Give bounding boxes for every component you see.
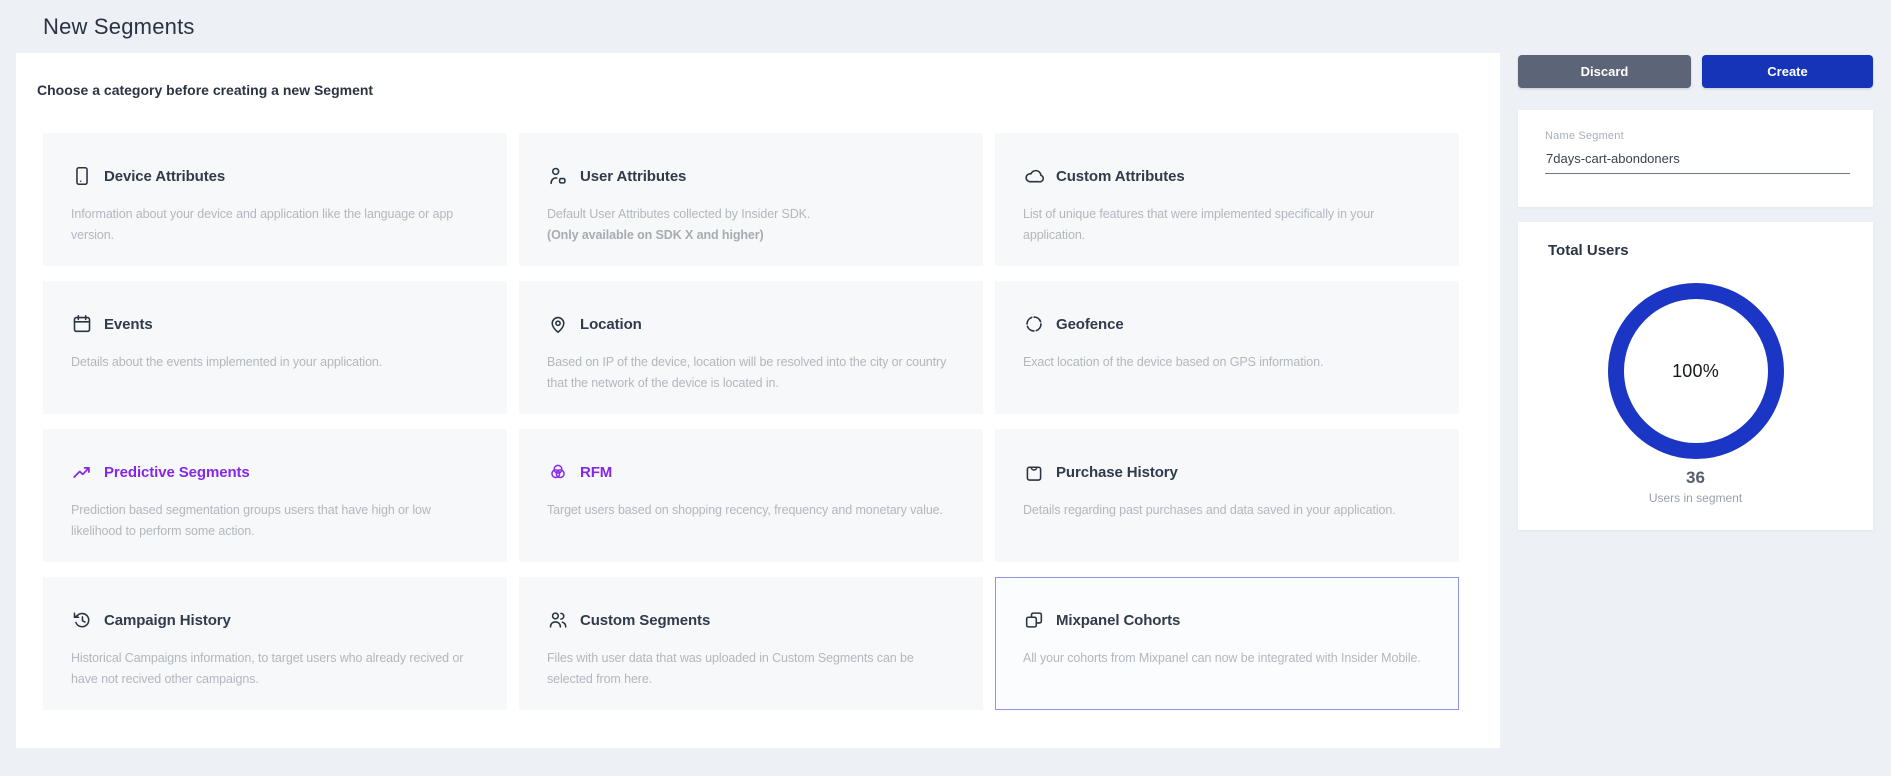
category-card-header: Purchase History bbox=[1023, 461, 1432, 483]
category-title: Events bbox=[104, 316, 153, 333]
name-segment-input[interactable] bbox=[1545, 151, 1850, 174]
category-card-purchase-history[interactable]: Purchase History Details regarding past … bbox=[995, 429, 1459, 562]
category-title: Custom Segments bbox=[580, 612, 710, 629]
category-description-text: Exact location of the device based on GP… bbox=[1023, 355, 1323, 369]
category-title: Predictive Segments bbox=[104, 464, 250, 481]
category-description-text: Historical Campaigns information, to tar… bbox=[71, 651, 463, 686]
category-description: Information about your device and applic… bbox=[71, 204, 480, 246]
shopping-bag-icon bbox=[1023, 461, 1045, 483]
category-card-location[interactable]: Location Based on IP of the device, loca… bbox=[519, 281, 983, 414]
category-card-header: Geofence bbox=[1023, 313, 1432, 335]
page-title: New Segments bbox=[43, 14, 195, 40]
category-description: Files with user data that was uploaded i… bbox=[547, 648, 956, 690]
category-card-header: Device Attributes bbox=[71, 165, 480, 187]
category-card-campaign-history[interactable]: Campaign History Historical Campaigns in… bbox=[43, 577, 507, 710]
category-description: Prediction based segmentation groups use… bbox=[71, 500, 480, 542]
category-card-header: Custom Segments bbox=[547, 609, 956, 631]
category-card-header: User Attributes bbox=[547, 165, 956, 187]
discard-button[interactable]: Discard bbox=[1518, 55, 1691, 88]
category-card-custom-attributes[interactable]: Custom Attributes List of unique feature… bbox=[995, 133, 1459, 266]
create-button[interactable]: Create bbox=[1702, 55, 1873, 88]
category-description-bold: (Only available on SDK X and higher) bbox=[547, 225, 956, 246]
user-badge-icon bbox=[547, 165, 569, 187]
crosshair-icon bbox=[1023, 313, 1045, 335]
calendar-icon bbox=[71, 313, 93, 335]
category-title: Purchase History bbox=[1056, 464, 1178, 481]
category-card-header: Mixpanel Cohorts bbox=[1023, 609, 1432, 631]
category-description-text: Files with user data that was uploaded i… bbox=[547, 651, 914, 686]
name-segment-label: Name Segment bbox=[1545, 130, 1850, 142]
category-description-text: Details about the events implemented in … bbox=[71, 355, 382, 369]
category-title: Custom Attributes bbox=[1056, 168, 1185, 185]
users-caption: Users in segment bbox=[1518, 491, 1873, 505]
category-title: User Attributes bbox=[580, 168, 686, 185]
users-icon bbox=[547, 609, 569, 631]
category-description-text: Details regarding past purchases and dat… bbox=[1023, 503, 1396, 517]
category-card-events[interactable]: Events Details about the events implemen… bbox=[43, 281, 507, 414]
donut-percent-label: 100% bbox=[1607, 282, 1785, 460]
category-description: Historical Campaigns information, to tar… bbox=[71, 648, 480, 690]
users-count: 36 bbox=[1518, 468, 1873, 488]
name-segment-card: Name Segment bbox=[1518, 110, 1873, 207]
map-pin-icon bbox=[547, 313, 569, 335]
category-description-text: Default User Attributes collected by Ins… bbox=[547, 207, 810, 221]
panel-heading: Choose a category before creating a new … bbox=[37, 82, 373, 98]
category-description-text: Target users based on shopping recency, … bbox=[547, 503, 943, 517]
categories-panel: Choose a category before creating a new … bbox=[16, 53, 1500, 748]
category-description-text: Information about your device and applic… bbox=[71, 207, 453, 242]
category-description-text: All your cohorts from Mixpanel can now b… bbox=[1023, 651, 1421, 665]
category-description: Based on IP of the device, location will… bbox=[547, 352, 956, 394]
category-title: Location bbox=[580, 316, 642, 333]
category-card-header: RFM bbox=[547, 461, 956, 483]
category-title: Device Attributes bbox=[104, 168, 225, 185]
category-card-header: Custom Attributes bbox=[1023, 165, 1432, 187]
category-description-text: Prediction based segmentation groups use… bbox=[71, 503, 431, 538]
category-description: Details regarding past purchases and dat… bbox=[1023, 500, 1432, 521]
category-description: Details about the events implemented in … bbox=[71, 352, 480, 373]
cloud-icon bbox=[1023, 165, 1045, 187]
category-description: List of unique features that were implem… bbox=[1023, 204, 1432, 246]
category-grid: Device Attributes Information about your… bbox=[43, 133, 1459, 710]
category-description: Exact location of the device based on GP… bbox=[1023, 352, 1432, 373]
category-card-custom-segments[interactable]: Custom Segments Files with user data tha… bbox=[519, 577, 983, 710]
cohorts-icon bbox=[1023, 609, 1045, 631]
total-users-card: Total Users 100% 36 Users in segment bbox=[1518, 222, 1873, 530]
total-users-donut-chart: 100% bbox=[1607, 282, 1785, 460]
category-card-header: Location bbox=[547, 313, 956, 335]
category-title: Geofence bbox=[1056, 316, 1124, 333]
category-card-mixpanel-cohorts[interactable]: Mixpanel Cohorts All your cohorts from M… bbox=[995, 577, 1459, 710]
category-card-header: Predictive Segments bbox=[71, 461, 480, 483]
tablet-icon bbox=[71, 165, 93, 187]
category-card-header: Campaign History bbox=[71, 609, 480, 631]
total-users-heading: Total Users bbox=[1548, 242, 1629, 259]
category-card-rfm[interactable]: RFM Target users based on shopping recen… bbox=[519, 429, 983, 562]
category-card-geofence[interactable]: Geofence Exact location of the device ba… bbox=[995, 281, 1459, 414]
category-card-predictive-segments[interactable]: Predictive Segments Prediction based seg… bbox=[43, 429, 507, 562]
category-title: Campaign History bbox=[104, 612, 231, 629]
category-card-header: Events bbox=[71, 313, 480, 335]
category-card-device-attributes[interactable]: Device Attributes Information about your… bbox=[43, 133, 507, 266]
venn-icon bbox=[547, 461, 569, 483]
trending-up-icon bbox=[71, 461, 93, 483]
category-description-text: Based on IP of the device, location will… bbox=[547, 355, 946, 390]
category-description: Target users based on shopping recency, … bbox=[547, 500, 956, 521]
category-description: All your cohorts from Mixpanel can now b… bbox=[1023, 648, 1432, 669]
category-description: Default User Attributes collected by Ins… bbox=[547, 204, 956, 246]
category-description-text: List of unique features that were implem… bbox=[1023, 207, 1374, 242]
history-icon bbox=[71, 609, 93, 631]
category-card-user-attributes[interactable]: User Attributes Default User Attributes … bbox=[519, 133, 983, 266]
category-title: RFM bbox=[580, 464, 612, 481]
category-title: Mixpanel Cohorts bbox=[1056, 612, 1180, 629]
